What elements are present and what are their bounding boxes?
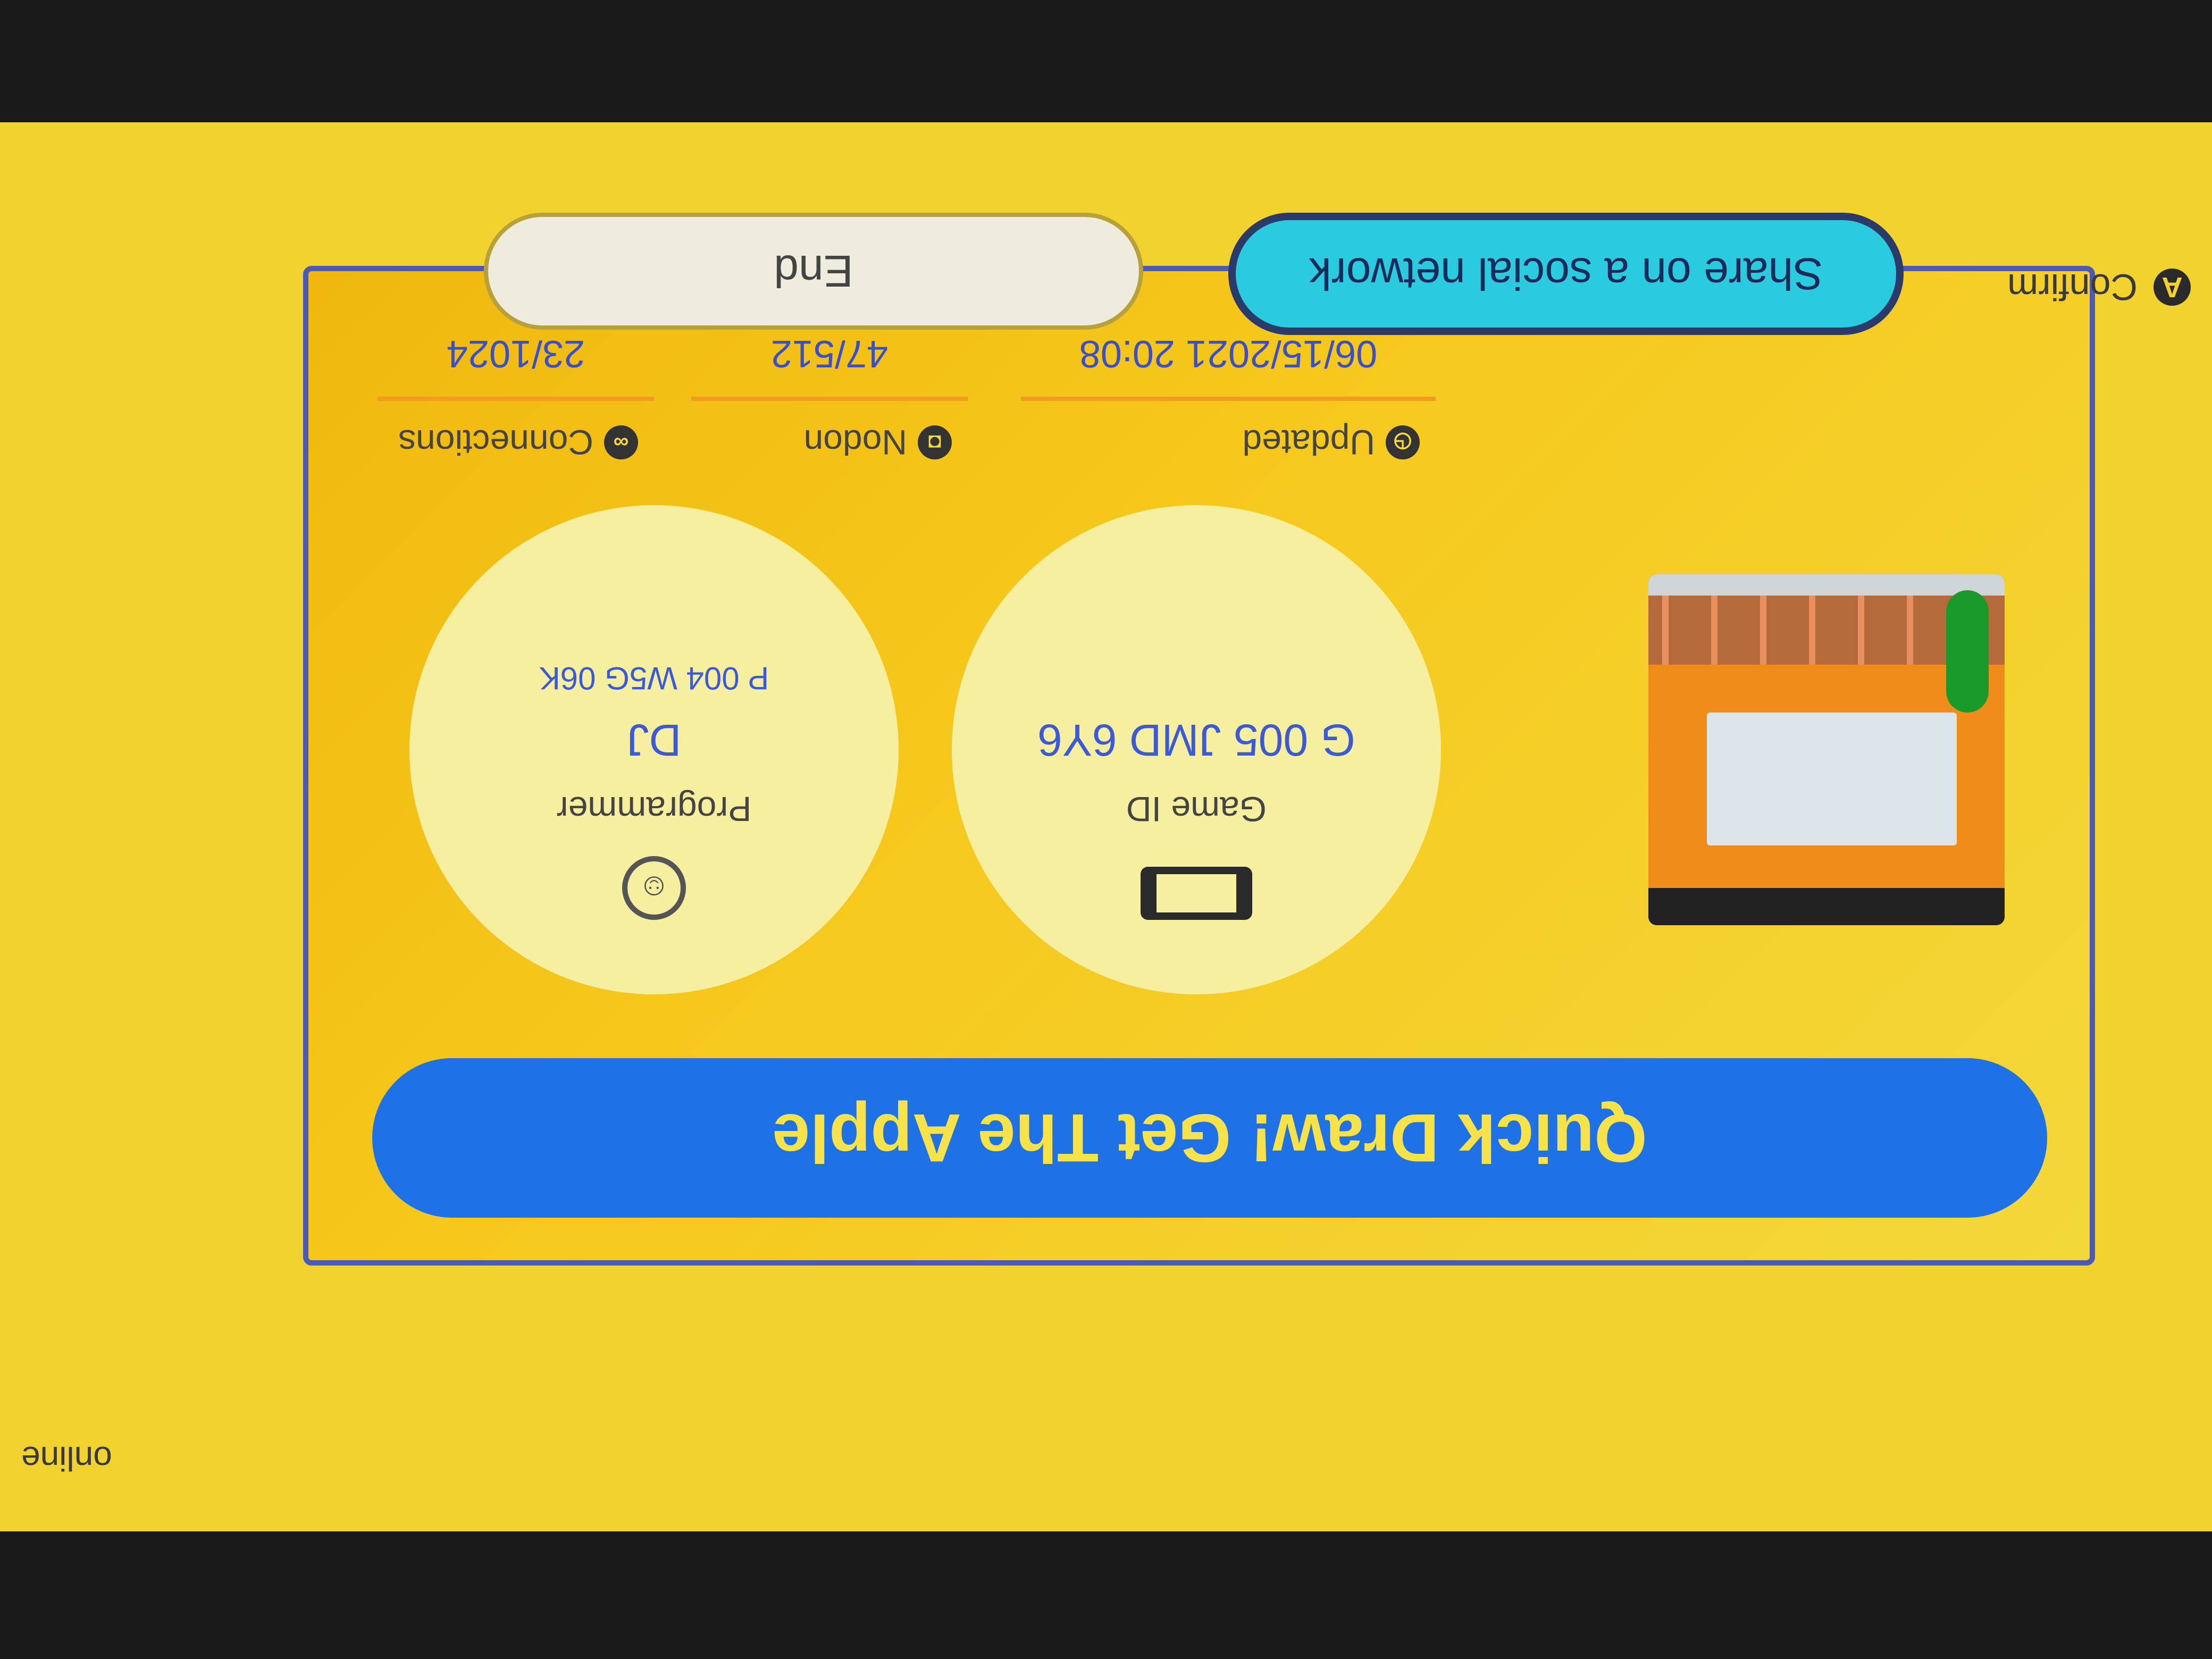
end-button[interactable]: End	[484, 213, 1143, 330]
connections-icon: ∞	[604, 425, 638, 459]
switch-console-icon	[1141, 867, 1252, 920]
divider	[378, 397, 654, 401]
stat-nodon-value: 47/512	[770, 332, 889, 375]
stat-connections-value: 23/1024	[446, 332, 585, 375]
confirm-label: Confirm	[2007, 266, 2138, 308]
stat-connections: ∞ Connections 23/1024	[378, 314, 654, 463]
rotated-screen-photo: online Quick Draw! Get The Apple Game ID…	[0, 0, 2212, 1659]
divider	[1021, 397, 1436, 401]
game-title-bar: Quick Draw! Get The Apple	[372, 1058, 2047, 1218]
programmer-name: DJ	[626, 715, 682, 765]
game-id-label: Game ID	[1126, 790, 1267, 829]
game-stats: ◷ Updated 06/15/2021 20:08 ◘ Nodon 47/51…	[378, 314, 1436, 463]
game-id-card: Game ID G 005 JMD 6Y6	[952, 505, 1441, 994]
stat-connections-label: Connections	[398, 423, 593, 462]
game-id-value: G 005 JMD 6Y6	[1037, 715, 1355, 765]
stat-updated: ◷ Updated 06/15/2021 20:08	[1021, 314, 1436, 463]
programmer-id: P 004 W5G 06K	[539, 660, 769, 696]
end-button-label: End	[774, 246, 853, 297]
face-icon: ☺	[622, 856, 686, 920]
share-button[interactable]: Share on a social network	[1228, 213, 1904, 335]
confirm-hint: A Confirm	[2007, 266, 2191, 308]
online-status: online	[21, 1439, 112, 1478]
game-info-panel: Quick Draw! Get The Apple Game ID G 005 …	[303, 266, 2095, 1266]
game-thumbnail	[1648, 574, 2005, 925]
a-button-icon: A	[2154, 269, 2191, 306]
stat-updated-label: Updated	[1242, 423, 1375, 462]
stat-nodon-label: Nodon	[803, 423, 908, 462]
clock-icon: ◷	[1386, 425, 1420, 459]
divider	[691, 397, 968, 401]
programmer-label: Programmer	[556, 790, 752, 829]
stat-updated-value: 06/15/2021 20:08	[1079, 332, 1378, 375]
programmer-card: ☺ Programmer DJ P 004 W5G 06K	[409, 505, 899, 994]
stat-nodon: ◘ Nodon 47/512	[691, 314, 968, 463]
game-title: Quick Draw! Get The Apple	[772, 1100, 1647, 1176]
nodon-icon: ◘	[918, 425, 952, 459]
share-button-label: Share on a social network	[1309, 249, 1823, 299]
app-screen: online Quick Draw! Get The Apple Game ID…	[0, 122, 2212, 1531]
